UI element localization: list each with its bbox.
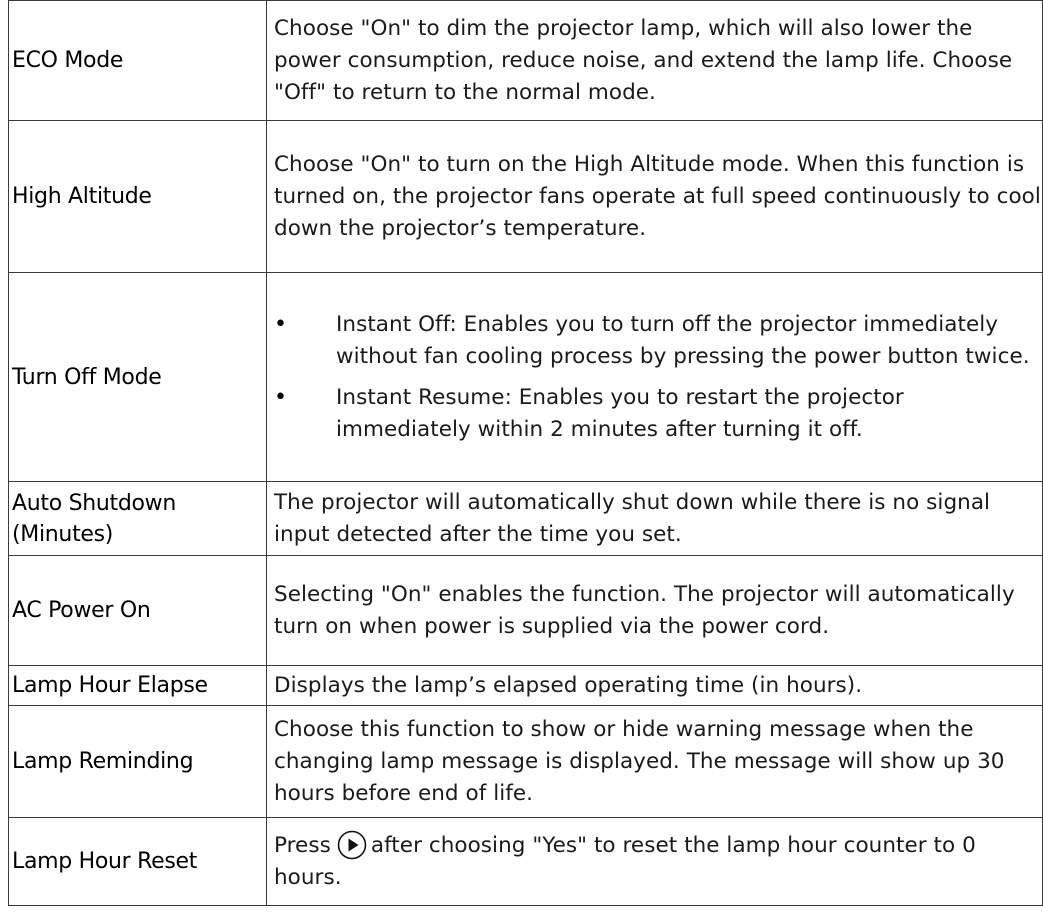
setting-name: Lamp Hour Elapse: [8, 665, 267, 706]
setting-name: Lamp Hour Reset: [8, 817, 267, 906]
settings-table-container: ECO Mode Choose "On" to dim the projecto…: [8, 0, 1043, 906]
setting-name: ECO Mode: [8, 0, 267, 121]
setting-description: Instant Off: Enables you to turn off the…: [266, 272, 1043, 482]
setting-description: Choose "On" to dim the projector lamp, w…: [266, 0, 1043, 121]
bullet-list: Instant Off: Enables you to turn off the…: [274, 309, 1042, 446]
table-row: Auto Shutdown (Minutes) The projector wi…: [8, 481, 1043, 556]
table-row: Turn Off Mode Instant Off: Enables you t…: [8, 272, 1043, 482]
list-item: Instant Resume: Enables you to restart t…: [274, 382, 1042, 446]
setting-description: Choose this function to show or hide war…: [266, 705, 1043, 818]
setting-description: Displays the lamp’s elapsed operating ti…: [266, 665, 1043, 706]
list-item: Instant Off: Enables you to turn off the…: [274, 309, 1042, 373]
setting-description: Choose "On" to turn on the High Altitude…: [266, 120, 1043, 273]
description-text-after: after choosing "Yes" to reset the lamp h…: [274, 832, 976, 890]
description-text-before: Press: [274, 832, 331, 858]
table-row: High Altitude Choose "On" to turn on the…: [8, 120, 1043, 273]
setting-name: Lamp Reminding: [8, 705, 267, 818]
setting-name: Auto Shutdown (Minutes): [8, 481, 267, 556]
table-row: Lamp Hour Reset Press after choosing "Yes…: [8, 817, 1043, 906]
table-row: Lamp Hour Elapse Displays the lamp’s ela…: [8, 665, 1043, 706]
table-row: Lamp Reminding Choose this function to s…: [8, 705, 1043, 818]
table-row: ECO Mode Choose "On" to dim the projecto…: [8, 0, 1043, 121]
right-button-icon: [337, 830, 367, 860]
setting-name: High Altitude: [8, 120, 267, 273]
setting-description: Press after choosing "Yes" to reset the l…: [266, 817, 1043, 906]
setting-description: The projector will automatically shut do…: [266, 481, 1043, 556]
setting-name: Turn Off Mode: [8, 272, 267, 482]
setting-description: Selecting "On" enables the function. The…: [266, 555, 1043, 666]
settings-table: ECO Mode Choose "On" to dim the projecto…: [8, 0, 1043, 906]
table-row: AC Power On Selecting "On" enables the f…: [8, 555, 1043, 666]
setting-name: AC Power On: [8, 555, 267, 666]
